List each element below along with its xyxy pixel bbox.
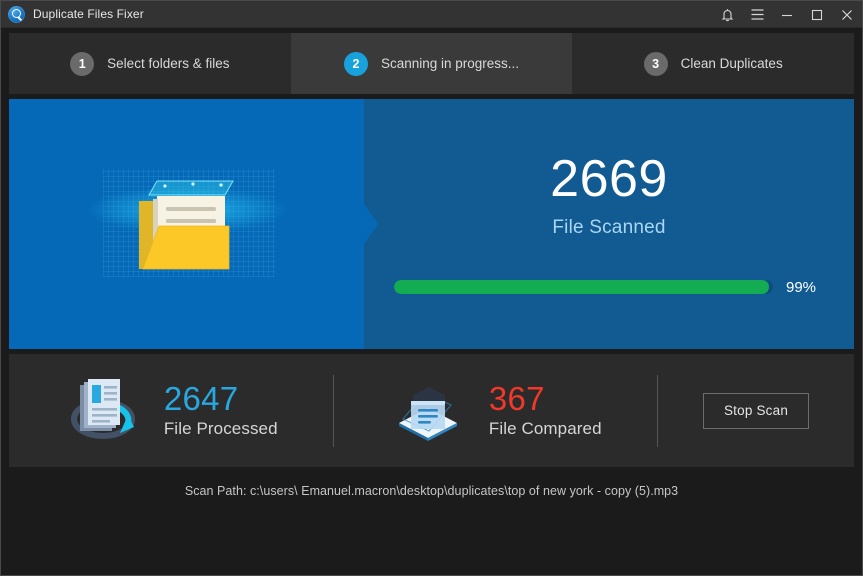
bottom-stats-panel: 2647 File Processed 367 File Compared — [9, 354, 854, 467]
stop-scan-area: Stop Scan — [658, 354, 854, 467]
scanning-folder-icon — [87, 149, 287, 299]
magnifier-badge-icon — [8, 6, 25, 23]
window-filler — [1, 511, 862, 575]
file-compared-value: 367 — [489, 382, 602, 417]
scan-progress-bar — [394, 280, 773, 294]
stat-file-processed: 2647 File Processed — [9, 354, 333, 467]
step-tab-select-folders[interactable]: 1 Select folders & files — [9, 33, 291, 94]
bell-icon[interactable] — [712, 1, 742, 28]
close-icon[interactable] — [832, 1, 862, 28]
file-processed-value: 2647 — [164, 382, 278, 417]
isometric-folder-compare-icon — [389, 375, 467, 447]
stop-scan-button[interactable]: Stop Scan — [703, 393, 809, 429]
app-title: Duplicate Files Fixer — [33, 7, 144, 21]
step-tab-clean-duplicates[interactable]: 3 Clean Duplicates — [572, 33, 854, 94]
step-label-1: Select folders & files — [107, 56, 229, 71]
scan-stats-panel: 2669 File Scanned 99% — [364, 99, 854, 349]
scan-progress-percent: 99% — [786, 279, 824, 296]
step-badge-3: 3 — [644, 52, 668, 76]
hamburger-menu-icon[interactable] — [742, 1, 772, 28]
scan-illustration-panel — [9, 99, 364, 349]
stat-file-compared-text: 367 File Compared — [489, 382, 602, 440]
step-tabs: 1 Select folders & files 2 Scanning in p… — [9, 33, 854, 94]
step-badge-1: 1 — [70, 52, 94, 76]
file-processed-label: File Processed — [164, 419, 278, 439]
title-bar: Duplicate Files Fixer — [1, 1, 862, 28]
window-controls — [712, 1, 862, 28]
scan-progress-fill — [394, 280, 769, 294]
maximize-icon[interactable] — [802, 1, 832, 28]
step-badge-2: 2 — [344, 52, 368, 76]
scan-progress-row: 99% — [394, 279, 824, 296]
files-scanned-count: 2669 — [550, 153, 668, 205]
step-tab-scanning[interactable]: 2 Scanning in progress... — [291, 33, 573, 94]
document-stack-refresh-icon — [64, 375, 142, 447]
scan-hero-panel: 2669 File Scanned 99% — [9, 99, 854, 349]
stat-file-processed-text: 2647 File Processed — [164, 382, 278, 440]
step-label-2: Scanning in progress... — [381, 56, 519, 71]
minimize-icon[interactable] — [772, 1, 802, 28]
step-label-3: Clean Duplicates — [681, 56, 783, 71]
scan-path-text: Scan Path: c:\users\ Emanuel.macron\desk… — [1, 471, 862, 511]
file-compared-label: File Compared — [489, 419, 602, 439]
files-scanned-label: File Scanned — [552, 217, 665, 239]
app-window: Duplicate Files Fixer — [0, 0, 863, 576]
stat-file-compared: 367 File Compared — [334, 354, 658, 467]
